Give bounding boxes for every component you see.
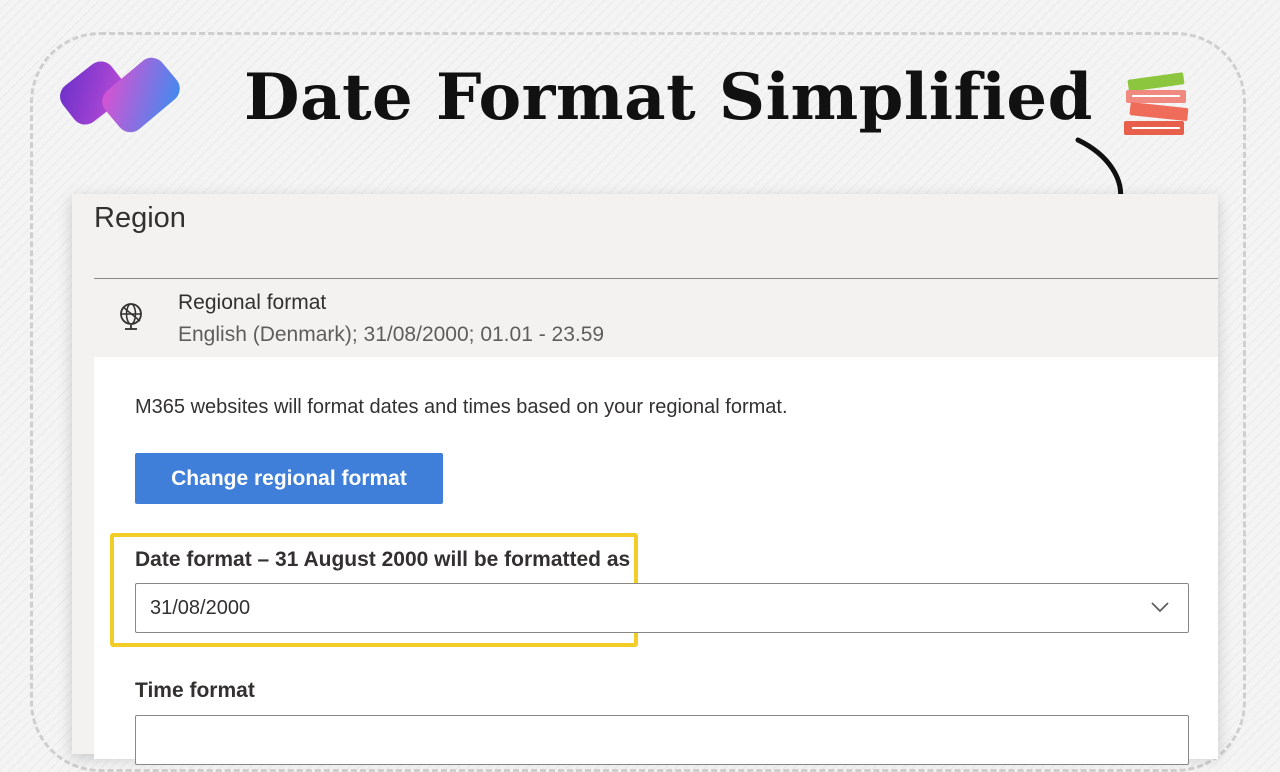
regional-format-card: Regional format English (Denmark); 31/08… <box>94 278 1218 765</box>
time-format-label: Time format <box>135 679 255 702</box>
date-format-value: 31/08/2000 <box>150 597 251 619</box>
chevron-down-icon <box>1151 602 1169 613</box>
regional-format-title: Regional format <box>178 291 327 314</box>
change-regional-format-button[interactable]: Change regional format <box>135 453 443 504</box>
copilot-logo-icon <box>60 57 180 133</box>
regional-format-header[interactable]: Regional format English (Denmark); 31/08… <box>94 279 1218 357</box>
time-format-dropdown[interactable] <box>135 715 1189 765</box>
regional-format-summary: English (Denmark); 31/08/2000; 01.01 - 2… <box>178 323 605 346</box>
format-description: M365 websites will format dates and time… <box>135 396 788 418</box>
date-format-label: Date format – 31 August 2000 will be for… <box>135 548 631 571</box>
panel-title: Region <box>94 202 186 234</box>
date-format-dropdown[interactable]: 31/08/2000 <box>135 583 1189 633</box>
page-title: Date Format Simplified <box>244 60 1093 135</box>
region-panel: Region Regional format English (Denmark)… <box>72 194 1218 765</box>
globe-icon <box>120 303 142 330</box>
